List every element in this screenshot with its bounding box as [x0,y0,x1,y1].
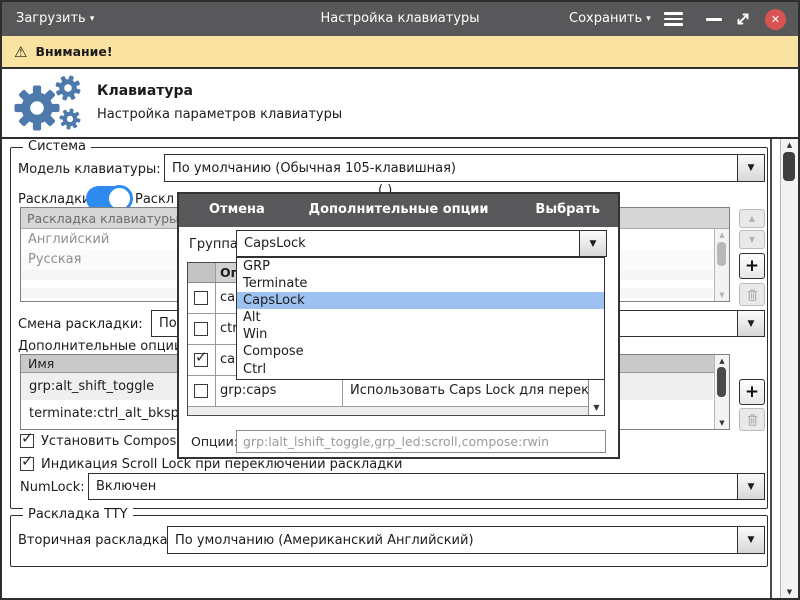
numlock-select[interactable]: Включен ▼ [88,473,765,500]
chevron-down-icon: ▼ [737,155,764,181]
option-description: Использовать Caps Lock для переключе [343,376,589,406]
dropdown-item[interactable]: CapsLock [237,292,604,309]
table-row[interactable]: grp:caps Использовать Caps Lock для пере… [188,376,604,407]
add-layout-button[interactable]: + [739,253,765,279]
secondary-layout-select[interactable]: По умолчанию (Американский Английский) ▼ [167,526,765,554]
layout-switch-label: Смена раскладки: [18,317,143,332]
chevron-down-icon: ▼ [737,527,764,553]
row-checkbox[interactable] [194,384,208,398]
secondary-layout-label: Вторичная раскладка: [18,533,172,548]
save-button[interactable]: Сохранить ▾ [569,11,651,26]
page-title: Клавиатура [97,83,193,99]
caret-down-icon: ▾ [646,14,651,24]
title-bar: Загрузить ▾ Настройка клавиатуры Сохрани… [2,2,798,36]
dropdown-item[interactable]: Alt [237,309,604,326]
scroll-lock-checkbox[interactable] [20,457,34,471]
system-group-label: Система [23,139,91,154]
close-icon[interactable]: ✕ [765,9,786,30]
menu-icon[interactable] [664,12,683,26]
group-dropdown-list: GRP Terminate CapsLock Alt Win Compose C… [236,257,605,380]
tty-group-label: Раскладка TTY [23,507,133,522]
row-checkbox[interactable] [194,353,208,367]
delete-option-button[interactable] [739,408,765,431]
dropdown-item[interactable]: GRP [237,258,604,275]
scroll-up-icon[interactable]: ▲ [715,231,729,239]
scrollbar-thumb[interactable] [783,152,795,181]
compose-checkbox[interactable] [20,434,34,448]
numlock-label: NumLock: [20,480,85,495]
chevron-down-icon: ▼ [737,474,764,499]
chevron-down-icon: ▼ [737,311,764,336]
warning-text: Внимание! [35,44,112,59]
app-header: Клавиатура Настройка параметров клавиату… [2,69,798,139]
keyboard-model-value: По умолчанию (Обычная 105-клавишная) [165,155,737,181]
scroll-down-icon[interactable]: ▼ [715,419,729,427]
row-checkbox[interactable] [194,322,208,336]
scrollbar-thumb[interactable] [717,367,726,397]
dropdown-item[interactable]: Terminate [237,275,604,292]
layouts-label: Раскладки: [18,192,95,207]
options-input[interactable]: grp:lalt_lshift_toggle,grp_led:scroll,co… [236,430,606,453]
warning-icon: ⚠ [14,43,27,61]
group-select[interactable]: CapsLock ▼ [236,230,607,257]
dropdown-item[interactable]: Compose [237,343,604,360]
move-down-button[interactable]: ▼ [739,230,765,249]
numlock-value: Включен [89,474,737,499]
keyboard-settings-window: Загрузить ▾ Настройка клавиатуры Сохрани… [0,0,800,600]
extra-options-label: Дополнительные опции: [18,339,187,354]
layouts-text-fragment: Раскл [135,192,174,207]
dropdown-item[interactable]: Ctrl [237,361,604,378]
scroll-lock-checkbox-label: Индикация Scroll Lock при переключении р… [41,457,402,472]
chevron-down-icon: ▼ [579,231,606,256]
keyboard-model-label: Модель клавиатуры: [18,162,161,177]
main-scrollbar: ▲ ▼ [780,139,798,598]
trash-icon [746,288,759,302]
compose-checkbox-label: Установить Compose [41,434,184,449]
move-up-button[interactable]: ▲ [739,209,765,228]
dialog-header: Отмена Дополнительные опции Выбрать [179,194,618,227]
scroll-down-icon[interactable]: ▼ [781,588,798,596]
dropdown-item[interactable]: Win [237,326,604,343]
warning-banner: ⚠ Внимание! [2,36,798,69]
select-button[interactable]: Выбрать [535,202,600,217]
add-option-button[interactable]: + [739,379,765,405]
scroll-up-icon[interactable]: ▲ [715,357,729,365]
group-select-value: CapsLock [237,231,579,256]
scroll-down-icon[interactable]: ▼ [589,403,604,412]
option-name: grp:caps [215,376,343,406]
content-edge [770,139,772,598]
extra-options-dialog: Отмена Дополнительные опции Выбрать Груп… [177,192,620,459]
scrollbar-thumb[interactable] [717,242,726,266]
options-field-label: Опции: [191,434,238,449]
trash-icon [746,413,759,427]
group-label: Группа: [189,237,242,252]
table-scrollbar: ▲ ▼ [714,355,729,429]
secondary-layout-value: По умолчанию (Американский Английский) [168,527,737,553]
page-subtitle: Настройка параметров клавиатуры [97,107,342,122]
maximize-icon[interactable] [735,11,751,27]
listbox-scrollbar: ▲ ▼ [714,229,729,301]
minimize-icon[interactable] [706,18,722,21]
delete-layout-button[interactable] [739,283,765,306]
row-checkbox[interactable] [194,291,208,305]
scroll-down-icon[interactable]: ▼ [715,291,729,299]
gears-icon [10,75,88,137]
scroll-up-icon[interactable]: ▲ [781,141,798,149]
keyboard-model-select[interactable]: По умолчанию (Обычная 105-клавишная) ▼ [164,154,765,182]
